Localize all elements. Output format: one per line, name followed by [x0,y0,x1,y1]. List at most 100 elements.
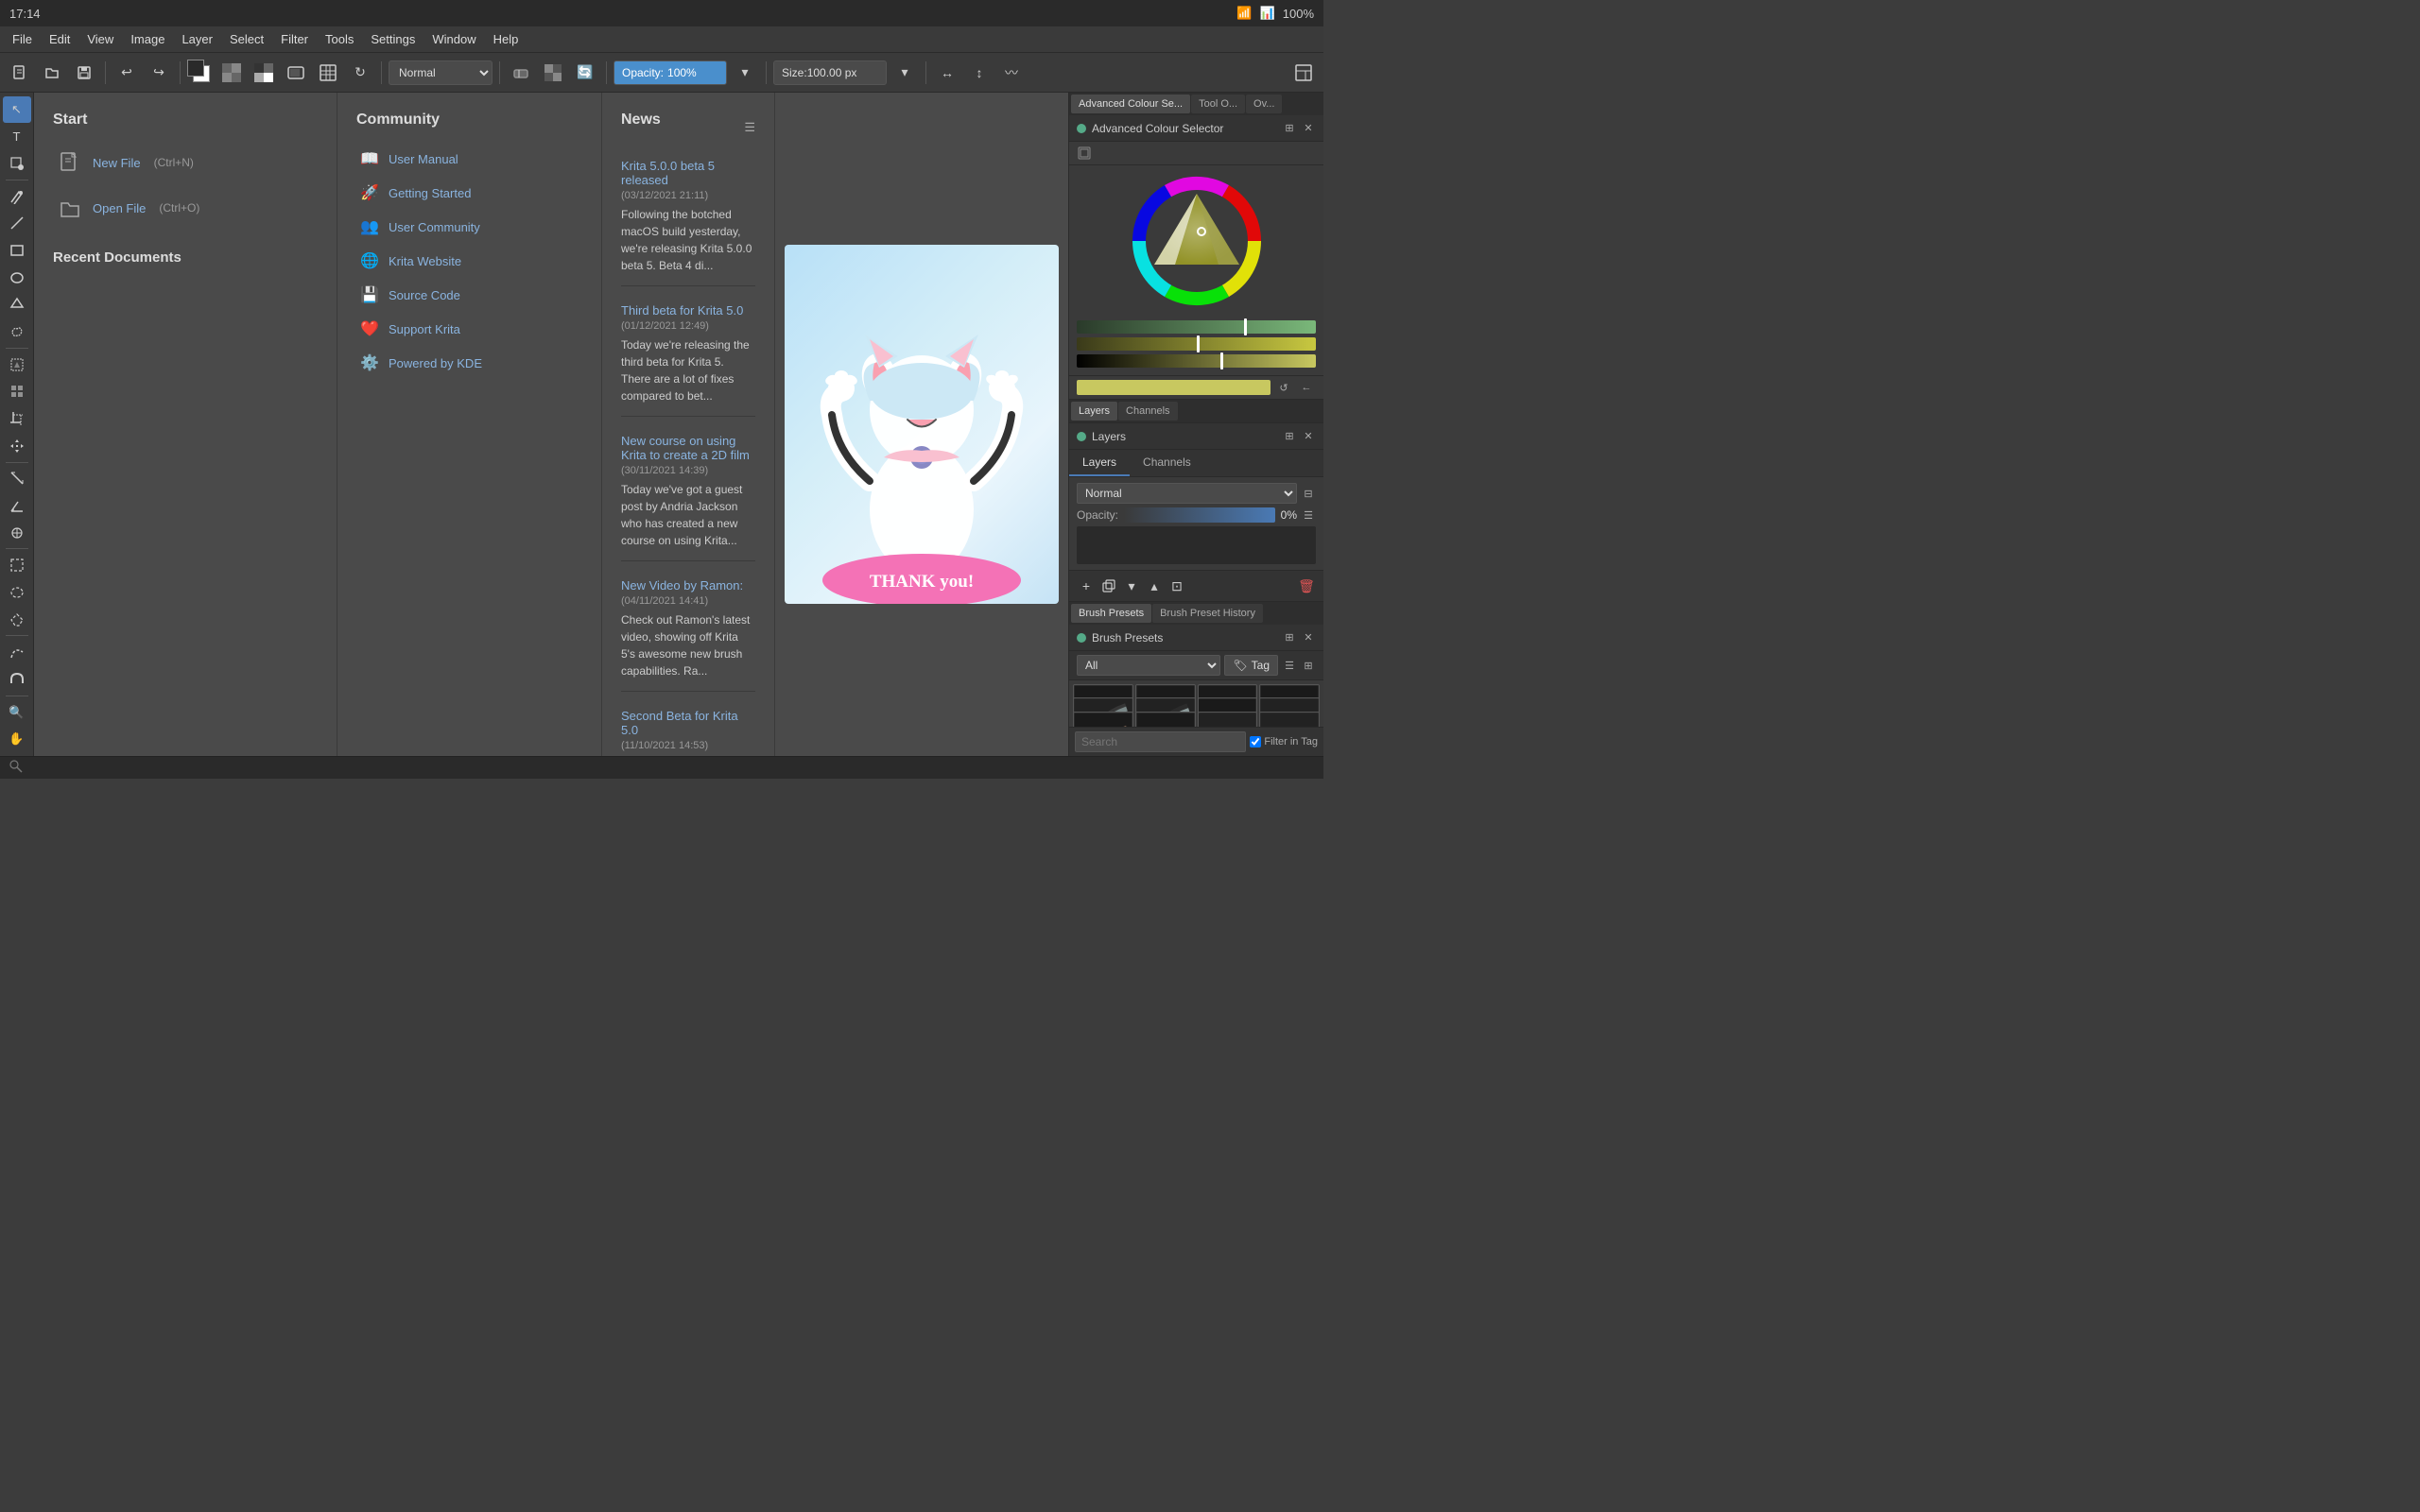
brush-preset-10[interactable] [1198,712,1258,727]
brush-presets-docker-tab[interactable]: Brush Presets [1071,604,1151,623]
brush-preset-11[interactable] [1259,712,1320,727]
move-layer-up-btn[interactable]: ▾ [1120,575,1143,597]
brush-preset-8[interactable] [1073,712,1133,727]
brush-view-grid-icon[interactable]: ⊞ [1301,658,1316,673]
foreground-color-btn[interactable] [187,60,214,86]
news-title-3[interactable]: New Video by Ramon: [621,578,755,593]
zoom-tool-btn[interactable]: 🔍 [3,699,31,726]
close-brush-icon[interactable]: ✕ [1301,630,1316,645]
grid-btn[interactable] [314,59,342,87]
dockers-btn[interactable] [1289,59,1318,87]
bezier-selection-btn[interactable] [3,639,31,665]
menu-edit[interactable]: Edit [42,29,78,49]
filter-layers-icon[interactable]: ⊟ [1301,486,1316,501]
mirror-x-btn[interactable]: ↔ [933,59,961,87]
ellipse-tool-btn[interactable] [3,265,31,291]
undo-btn[interactable]: ↩ [112,59,141,87]
opacity-control[interactable]: Opacity: 100% [614,60,727,85]
adv-colour-tab[interactable]: Advanced Colour Se... [1071,94,1190,113]
new-file-btn[interactable]: New File (Ctrl+N) [53,144,318,181]
layers-tab[interactable]: Layers [1069,450,1130,476]
menu-view[interactable]: View [79,29,121,49]
crop-tool-btn[interactable] [3,405,31,432]
layer-options-icon[interactable]: ☰ [1301,507,1316,523]
add-layer-btn[interactable]: + [1075,575,1098,597]
channels-docker-tab[interactable]: Channels [1118,402,1177,421]
news-title-2[interactable]: New course on using Krita to create a 2D… [621,434,755,462]
menu-tools[interactable]: Tools [318,29,361,49]
mirror-y-btn[interactable]: ↕ [965,59,994,87]
layer-properties-btn[interactable]: ⊡ [1166,575,1188,597]
float-layers-icon[interactable]: ⊞ [1282,429,1297,444]
close-layers-icon[interactable]: ✕ [1301,429,1316,444]
wrap-around-btn[interactable]: 🔄 [571,59,599,87]
open-document-btn[interactable] [38,59,66,87]
menu-layer[interactable]: Layer [174,29,220,49]
size-control[interactable]: Size: 100.00 px [773,60,887,85]
redo-btn[interactable]: ↪ [145,59,173,87]
rectangular-selection-btn[interactable] [3,552,31,578]
polygonal-selection-btn[interactable] [3,607,31,633]
blend-mode-select[interactable]: Normal Multiply Screen Overlay [389,60,493,85]
brush-preset-history-docker-tab[interactable]: Brush Preset History [1152,604,1263,623]
news-menu-icon[interactable]: ☰ [744,120,755,135]
elliptical-selection-btn[interactable] [3,579,31,606]
menu-select[interactable]: Select [222,29,271,49]
gamut-triangle-icon[interactable] [1077,146,1092,161]
news-title-0[interactable]: Krita 5.0.0 beta 5 released [621,159,755,187]
menu-window[interactable]: Window [424,29,483,49]
assistant-tool-btn[interactable] [3,520,31,546]
angle-tool-btn[interactable] [3,492,31,519]
tablet-btn[interactable] [282,59,310,87]
filter-in-tag-checkbox[interactable] [1250,736,1261,747]
channels-tab[interactable]: Channels [1130,450,1204,476]
link-krita-website[interactable]: 🌐 Krita Website [356,246,582,276]
new-document-btn[interactable] [6,59,34,87]
menu-help[interactable]: Help [486,29,527,49]
preserve-alpha-btn[interactable] [539,59,567,87]
menu-settings[interactable]: Settings [363,29,423,49]
link-user-community[interactable]: 👥 User Community [356,212,582,242]
pressure-btn[interactable]: 〰 [997,59,1026,87]
color-pattern-btn[interactable] [217,59,246,87]
brush-view-list-icon[interactable]: ☰ [1282,658,1297,673]
magnetic-selection-btn[interactable] [3,666,31,693]
brush-search-input[interactable] [1075,731,1246,752]
smart-patch-btn[interactable] [3,379,31,405]
colour-wheel-container[interactable] [1069,165,1323,317]
news-panel[interactable]: News ☰ Krita 5.0.0 beta 5 released (03/1… [601,93,774,756]
measure-tool-btn[interactable] [3,465,31,491]
brush-preset-9[interactable] [1135,712,1196,727]
menu-image[interactable]: Image [123,29,172,49]
link-user-manual[interactable]: 📖 User Manual [356,144,582,174]
brush-tool-btn[interactable] [3,183,31,210]
link-support-krita[interactable]: ❤️ Support Krita [356,314,582,344]
polygon-tool-btn[interactable] [3,292,31,318]
float-icon[interactable]: ⊞ [1282,121,1297,136]
layers-blend-mode-select[interactable]: Normal Multiply Screen [1077,483,1297,504]
size-dropdown-btn[interactable]: ▾ [890,59,919,87]
transform-tool-btn[interactable] [3,150,31,177]
news-title-1[interactable]: Third beta for Krita 5.0 [621,303,755,318]
rect-tool-btn[interactable] [3,237,31,264]
copy-layer-btn[interactable] [1098,575,1120,597]
opacity-dropdown-btn[interactable]: ▾ [731,59,759,87]
filter-in-tag-label[interactable]: Filter in Tag [1250,736,1318,747]
menu-filter[interactable]: Filter [273,29,316,49]
overview-tab[interactable]: Ov... [1246,94,1282,113]
opacity-slider[interactable] [1124,507,1275,523]
freehand-selection-btn[interactable] [3,318,31,345]
news-title-4[interactable]: Second Beta for Krita 5.0 [621,709,755,737]
float-brush-icon[interactable]: ⊞ [1282,630,1297,645]
delete-layer-btn[interactable]: 🗑 [1295,575,1318,597]
pan-tool-btn[interactable]: ✋ [3,726,31,752]
tool-options-tab[interactable]: Tool O... [1191,94,1245,113]
text-tool-btn[interactable]: T [3,124,31,150]
move-layer-down-btn[interactable]: ▴ [1143,575,1166,597]
move-tool-btn[interactable] [3,433,31,459]
close-colour-icon[interactable]: ✕ [1301,121,1316,136]
contiguous-selection-btn[interactable] [3,352,31,378]
layers-docker-tab[interactable]: Layers [1071,402,1117,421]
open-file-btn[interactable]: Open File (Ctrl+O) [53,189,318,227]
refresh-btn[interactable]: ↻ [346,59,374,87]
